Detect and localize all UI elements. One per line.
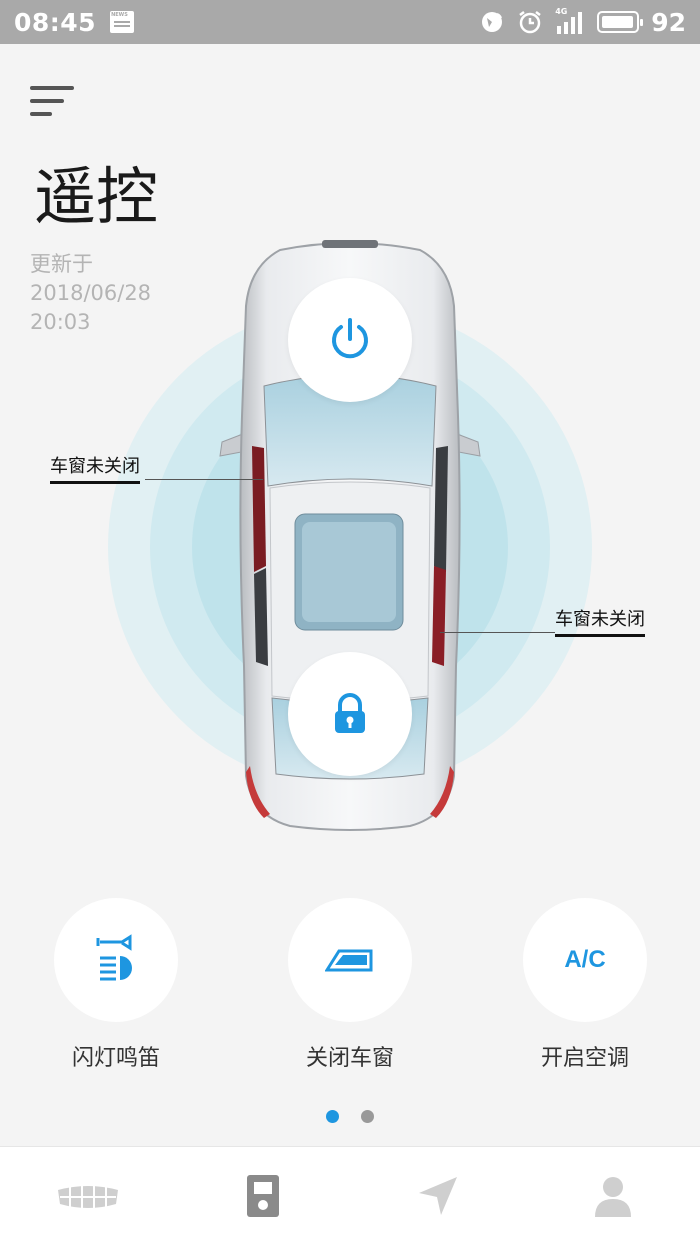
start-ac-button[interactable]: A/C 开启空调 [500, 898, 670, 1072]
update-info: 更新于 2018/06/28 20:03 [30, 250, 151, 337]
close-window-label: 关闭车窗 [305, 1046, 394, 1071]
menu-icon[interactable] [30, 84, 76, 118]
power-icon [332, 318, 368, 359]
user-icon [594, 1176, 631, 1217]
horn-light-icon [96, 934, 132, 981]
update-label: 更新于 [30, 252, 93, 276]
ac-icon: A/C [564, 946, 606, 973]
callout-line-left [145, 479, 263, 480]
car-grille-icon [57, 1184, 118, 1209]
nav-car[interactable] [38, 1166, 138, 1226]
close-window-circle[interactable] [288, 898, 412, 1022]
engine-start-button[interactable] [288, 278, 412, 402]
window-right-status: 车窗未关闭 [555, 605, 645, 637]
navigation-arrow-icon [418, 1176, 457, 1215]
flash-horn-button[interactable]: 闪灯鸣笛 [31, 898, 201, 1072]
nav-remote[interactable] [213, 1166, 313, 1226]
signal-icon: 4G [555, 7, 585, 35]
close-window-button[interactable]: 关闭车窗 [265, 898, 435, 1072]
hotspot-icon [482, 12, 503, 32]
battery-level: 92 [651, 7, 686, 37]
update-date: 2018/06/28 [30, 281, 152, 305]
callout-line-right [440, 632, 555, 633]
nav-profile[interactable] [563, 1166, 663, 1226]
car-window-icon [325, 949, 373, 972]
status-bar-right: 4G 92 [479, 7, 686, 37]
status-time: 08:45 [14, 7, 97, 37]
page-title: 遥控 [34, 160, 159, 233]
flash-horn-label: 闪灯鸣笛 [71, 1046, 160, 1071]
flash-horn-circle[interactable] [54, 898, 178, 1022]
bottom-nav [0, 1146, 700, 1244]
page-indicator [326, 1110, 374, 1123]
remote-key-icon [246, 1174, 279, 1217]
page-dot-2[interactable] [361, 1110, 374, 1123]
start-ac-circle[interactable]: A/C [523, 898, 647, 1022]
start-ac-label: 开启空调 [540, 1046, 629, 1071]
update-time: 20:03 [30, 310, 91, 334]
status-bar: 08:45 4G 92 [0, 0, 700, 44]
lock-car-button[interactable] [288, 652, 412, 776]
page-dot-1[interactable] [326, 1110, 339, 1123]
status-bar-left: 08:45 [14, 7, 135, 37]
window-left-status: 车窗未关闭 [50, 452, 140, 484]
battery-icon [597, 11, 644, 33]
lock-icon [335, 693, 365, 733]
news-icon [110, 11, 135, 33]
alarm-icon [519, 11, 541, 34]
nav-navigation[interactable] [388, 1166, 488, 1226]
